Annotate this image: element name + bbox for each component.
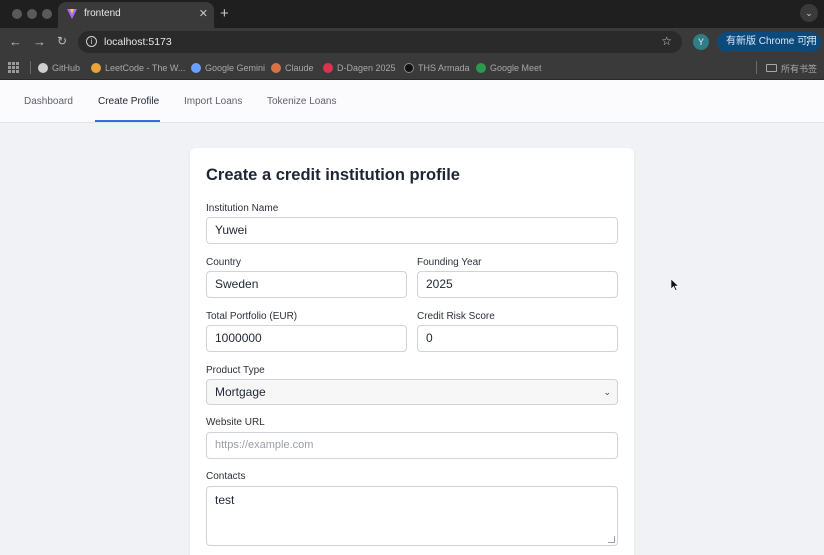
bookmarks-divider bbox=[30, 61, 31, 74]
site-info-icon[interactable]: i bbox=[86, 36, 97, 47]
gemini-icon bbox=[191, 63, 201, 73]
google-meet-icon bbox=[476, 63, 486, 73]
chrome-update-button[interactable]: 有新版 Chrome 可用 ⋮ bbox=[717, 32, 821, 52]
app-navigation: Dashboard Create Profile Import Loans To… bbox=[0, 80, 824, 123]
nav-tokenize-loans[interactable]: Tokenize Loans bbox=[267, 96, 337, 107]
bookmark-label: Claude bbox=[285, 63, 314, 73]
profile-avatar[interactable]: Y bbox=[693, 34, 709, 50]
armada-icon bbox=[404, 63, 414, 73]
bookmark-github[interactable]: GitHub bbox=[38, 60, 80, 76]
bookmark-label: D-Dagen 2025 bbox=[337, 63, 396, 73]
close-window-button[interactable] bbox=[12, 9, 22, 19]
bookmark-star-icon[interactable]: ☆ bbox=[661, 34, 672, 48]
all-bookmarks[interactable]: 所有书签 bbox=[766, 60, 817, 76]
menu-dots-icon: ⋮ bbox=[802, 36, 813, 48]
product-type-value: Mortgage bbox=[215, 385, 266, 399]
website-url-label: Website URL bbox=[206, 417, 265, 428]
contacts-label: Contacts bbox=[206, 471, 246, 482]
total-portfolio-input[interactable]: 1000000 bbox=[206, 325, 407, 352]
address-bar[interactable]: i localhost:5173 ☆ bbox=[78, 31, 682, 53]
bookmark-label: LeetCode - The W... bbox=[105, 63, 186, 73]
bookmark-claude[interactable]: Claude bbox=[271, 60, 314, 76]
leetcode-icon bbox=[91, 63, 101, 73]
country-label: Country bbox=[206, 257, 242, 268]
address-bar-url: localhost:5173 bbox=[104, 36, 172, 48]
founding-year-input[interactable]: 2025 bbox=[417, 271, 618, 298]
browser-tab[interactable]: frontend ✕ bbox=[58, 2, 214, 28]
active-tab-indicator bbox=[95, 120, 160, 122]
bookmarks-divider bbox=[756, 61, 757, 74]
bookmark-label: THS Armada bbox=[418, 63, 470, 73]
institution-name-label: Institution Name bbox=[206, 203, 279, 214]
nav-create-profile[interactable]: Create Profile bbox=[98, 96, 159, 107]
institution-name-input[interactable]: Yuwei bbox=[206, 217, 618, 244]
claude-icon bbox=[271, 63, 281, 73]
tab-search-icon[interactable]: ⌄ bbox=[800, 4, 818, 22]
github-icon bbox=[38, 63, 48, 73]
country-input[interactable]: Sweden bbox=[206, 271, 407, 298]
bookmark-label: GitHub bbox=[52, 63, 81, 73]
bookmark-leetcode[interactable]: LeetCode - The W... bbox=[91, 60, 185, 76]
browser-titlebar: frontend ✕ + ⌄ bbox=[0, 0, 824, 28]
bookmark-ths-armada[interactable]: THS Armada bbox=[404, 60, 470, 76]
contacts-value: test bbox=[215, 493, 235, 507]
vite-favicon-icon bbox=[67, 9, 77, 19]
folder-icon bbox=[766, 64, 777, 72]
resize-handle-icon[interactable] bbox=[608, 536, 615, 543]
product-type-label: Product Type bbox=[206, 365, 265, 376]
bookmarks-bar: GitHub LeetCode - The W... Google Gemini… bbox=[0, 56, 824, 80]
apps-grid-icon[interactable] bbox=[8, 62, 19, 73]
reload-icon[interactable]: ↻ bbox=[57, 34, 67, 48]
credit-risk-score-input[interactable]: 0 bbox=[417, 325, 618, 352]
total-portfolio-label: Total Portfolio (EUR) bbox=[206, 311, 298, 322]
tab-title: frontend bbox=[84, 8, 121, 19]
new-tab-icon[interactable]: + bbox=[220, 5, 229, 22]
bookmark-ddagen[interactable]: D-Dagen 2025 bbox=[323, 60, 396, 76]
forward-icon[interactable]: → bbox=[33, 34, 46, 49]
bookmark-gemini[interactable]: Google Gemini bbox=[191, 60, 265, 76]
contacts-textarea[interactable]: test bbox=[206, 486, 618, 546]
all-bookmarks-label: 所有书签 bbox=[781, 63, 818, 74]
bookmark-label: Google Gemini bbox=[205, 63, 266, 73]
chevron-down-icon: ⌄ bbox=[603, 387, 611, 397]
page-title: Create a credit institution profile bbox=[206, 166, 460, 184]
bookmark-label: Google Meet bbox=[490, 63, 542, 73]
mouse-cursor-icon bbox=[671, 279, 679, 291]
nav-dashboard[interactable]: Dashboard bbox=[24, 96, 73, 107]
product-type-select[interactable]: Mortgage ⌄ bbox=[206, 379, 618, 405]
founding-year-label: Founding Year bbox=[417, 257, 482, 268]
minimize-window-button[interactable] bbox=[27, 9, 37, 19]
create-profile-card: Create a credit institution profile Inst… bbox=[190, 148, 634, 555]
credit-risk-score-label: Credit Risk Score bbox=[417, 311, 495, 322]
nav-import-loans[interactable]: Import Loans bbox=[184, 96, 242, 107]
website-url-input[interactable]: https://example.com bbox=[206, 432, 618, 459]
bookmark-google-meet[interactable]: Google Meet bbox=[476, 60, 542, 76]
back-icon[interactable]: ← bbox=[9, 34, 22, 49]
browser-toolbar: ← → ↻ i localhost:5173 ☆ Y 有新版 Chrome 可用… bbox=[0, 28, 824, 56]
close-tab-icon[interactable]: ✕ bbox=[199, 7, 208, 20]
ddagen-icon bbox=[323, 63, 333, 73]
maximize-window-button[interactable] bbox=[42, 9, 52, 19]
